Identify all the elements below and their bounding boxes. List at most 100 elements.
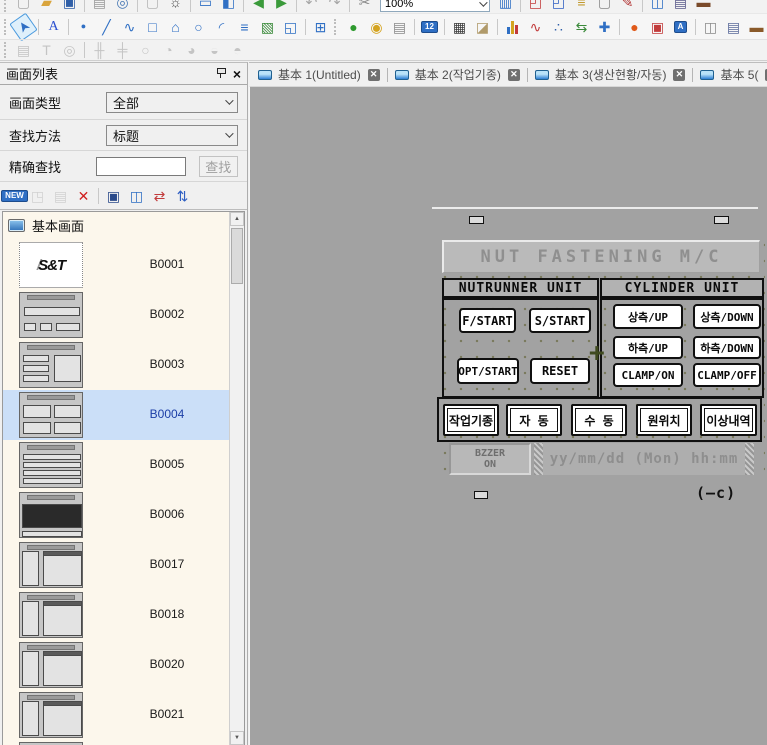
work-model-button[interactable]: 작업기종 — [443, 404, 499, 436]
list-item-b0006[interactable]: B0006 — [3, 490, 229, 540]
tab-3[interactable]: 基本 3(생산현황/자동)✕ — [531, 66, 690, 83]
tab-4[interactable]: 基本 5(✕ — [696, 66, 767, 83]
f-start-button[interactable]: F/START — [459, 308, 516, 333]
switch-tool-icon[interactable]: ● — [343, 17, 364, 37]
cylinder-unit-header[interactable]: CYLINDER UNIT — [600, 278, 764, 298]
search-input[interactable] — [96, 157, 186, 176]
edit-doc-icon[interactable]: ✎ — [617, 0, 638, 12]
grid-display-icon[interactable]: ▦ — [449, 17, 470, 37]
monitor-preview-button[interactable]: ▣ — [103, 186, 124, 206]
image-tool-icon[interactable]: ▧ — [257, 17, 278, 37]
lamp-tool-icon[interactable]: ◉ — [366, 17, 387, 37]
screen-thumbnail[interactable] — [19, 492, 83, 538]
group-header[interactable]: 基本画面 — [3, 212, 244, 239]
screen-thumbnail[interactable] — [19, 292, 83, 338]
drawn-line[interactable] — [432, 207, 758, 209]
screen-call-tool-icon[interactable]: ◱ — [280, 17, 301, 37]
upper-down-button[interactable]: 상측/DOWN — [693, 304, 761, 329]
design-canvas[interactable]: NUT FASTENING M/C NUTRUNNER UNIT CYLINDE… — [249, 86, 767, 745]
tab-1[interactable]: 基本 1(Untitled)✕ — [254, 66, 384, 83]
tab-close-icon[interactable]: ✕ — [673, 69, 685, 81]
undo-icon[interactable]: ↶ — [301, 0, 322, 12]
scale-tool-icon[interactable]: ≡ — [234, 17, 255, 37]
print-icon[interactable]: ▤ — [89, 0, 110, 12]
screen-thumbnail[interactable] — [19, 592, 83, 638]
list-item-b0004[interactable]: B0004 — [3, 390, 229, 440]
list-item[interactable] — [3, 740, 229, 745]
clamp-off-button[interactable]: CLAMP/OFF — [693, 363, 761, 387]
rect-tool-icon[interactable]: □ — [142, 17, 163, 37]
sync-screens-button[interactable]: ⇅ — [172, 186, 193, 206]
object-handle[interactable] — [714, 216, 729, 224]
data-move-icon[interactable]: ⇆ — [571, 17, 592, 37]
clamp-on-button[interactable]: CLAMP/ON — [613, 363, 683, 387]
screen-copy-icon[interactable]: ◧ — [218, 0, 239, 12]
screen-thumbnail[interactable] — [19, 442, 83, 488]
text-tool-icon[interactable]: A — [43, 17, 64, 37]
upper-up-button[interactable]: 상측/UP — [613, 304, 683, 329]
polygon-tool-icon[interactable]: ⌂ — [165, 17, 186, 37]
new-doc-icon[interactable]: ▢ — [594, 0, 615, 12]
ascii-display-icon[interactable]: A — [670, 17, 691, 37]
window-overlap-icon[interactable]: ◫ — [700, 17, 721, 37]
cut-icon[interactable]: ✂ — [354, 0, 375, 12]
buzzer-on-button[interactable]: BZZER ON — [449, 443, 531, 475]
save-icon[interactable]: ▣ — [59, 0, 80, 12]
list-item-b0020[interactable]: B0020 — [3, 640, 229, 690]
print-preview-icon[interactable]: ◎ — [112, 0, 133, 12]
dot-tool-icon[interactable]: ● — [73, 17, 94, 37]
reset-button[interactable]: RESET — [530, 358, 590, 384]
scroll-down-icon[interactable]: ▼ — [230, 731, 244, 745]
transfer-button[interactable]: ⇄ — [149, 186, 170, 206]
screen-thumbnail[interactable]: S&T — [19, 242, 83, 288]
screen-preview-icon[interactable]: ▥ — [495, 0, 516, 12]
pin-icon[interactable] — [214, 67, 227, 80]
lower-down-button[interactable]: 하측/DOWN — [693, 336, 761, 359]
project-doc-icon[interactable]: ▢ — [142, 0, 163, 12]
filmstrip-icon[interactable]: ▤ — [723, 17, 744, 37]
polyline-tool-icon[interactable]: ∿ — [119, 17, 140, 37]
prev-screen-icon[interactable]: ◀ — [248, 0, 269, 12]
ellipse-tool-icon[interactable]: ○ — [188, 17, 209, 37]
table-tool-icon[interactable]: ⊞ — [310, 17, 331, 37]
new-screen-icon[interactable]: ▭ — [195, 0, 216, 12]
mold-icon[interactable]: ◪ — [472, 17, 493, 37]
list-item-b0003[interactable]: B0003 — [3, 340, 229, 390]
object-handle[interactable] — [469, 216, 484, 224]
screen-thumbnail[interactable] — [19, 542, 83, 588]
lower-up-button[interactable]: 하측/UP — [613, 336, 683, 359]
list-item-b0005[interactable]: B0005 — [3, 440, 229, 490]
list-scrollbar[interactable]: ▲ ▼ — [229, 212, 244, 745]
delete-screen-button[interactable]: ✕ — [73, 186, 94, 206]
search-button[interactable]: 查找 — [199, 156, 238, 177]
tab-2[interactable]: 基本 2(작업기종)✕ — [391, 66, 524, 83]
s-start-button[interactable]: S/START — [529, 308, 591, 333]
locate-icon[interactable]: ✚ — [594, 17, 615, 37]
scroll-up-icon[interactable]: ▲ — [230, 212, 244, 226]
settings-gear-icon[interactable]: ☼ — [165, 0, 186, 12]
project-list-icon[interactable]: ≡ — [571, 0, 592, 12]
scatter-graph-icon[interactable]: ∴ — [548, 17, 569, 37]
marker-icon[interactable]: ▬ — [693, 0, 714, 12]
arc-tool-icon[interactable]: ◜ — [211, 17, 232, 37]
list-item-b0002[interactable]: B0002 — [3, 290, 229, 340]
message-display-icon[interactable]: ▤ — [389, 17, 410, 37]
screen-thumbnail[interactable] — [19, 342, 83, 388]
panel-close-icon[interactable]: × — [233, 67, 241, 81]
window-arrange-icon[interactable]: ◫ — [647, 0, 668, 12]
nutrunner-unit-header[interactable]: NUTRUNNER UNIT — [442, 278, 599, 298]
new-screen-button[interactable]: NEW — [4, 186, 25, 206]
line-tool-icon[interactable]: ╱ — [96, 17, 117, 37]
date-display-icon[interactable]: 12 — [419, 17, 440, 37]
hmi-title-plate[interactable]: NUT FASTENING M/C — [442, 240, 760, 273]
next-screen-icon[interactable]: ▶ — [271, 0, 292, 12]
datetime-display[interactable]: yy/mm/dd (Mon) hh:mm — [534, 443, 754, 475]
scrollbar-thumb[interactable] — [231, 228, 243, 284]
bar-graph-icon[interactable] — [502, 17, 523, 37]
list-item-b0018[interactable]: B0018 — [3, 590, 229, 640]
search-method-select[interactable]: 标题 — [106, 125, 238, 146]
screen-thumbnail[interactable] — [19, 392, 83, 438]
auto-button[interactable]: 자 동 — [506, 404, 562, 436]
alarm-lamp-icon[interactable]: ● — [624, 17, 645, 37]
upload-project-icon[interactable]: ◰ — [548, 0, 569, 12]
